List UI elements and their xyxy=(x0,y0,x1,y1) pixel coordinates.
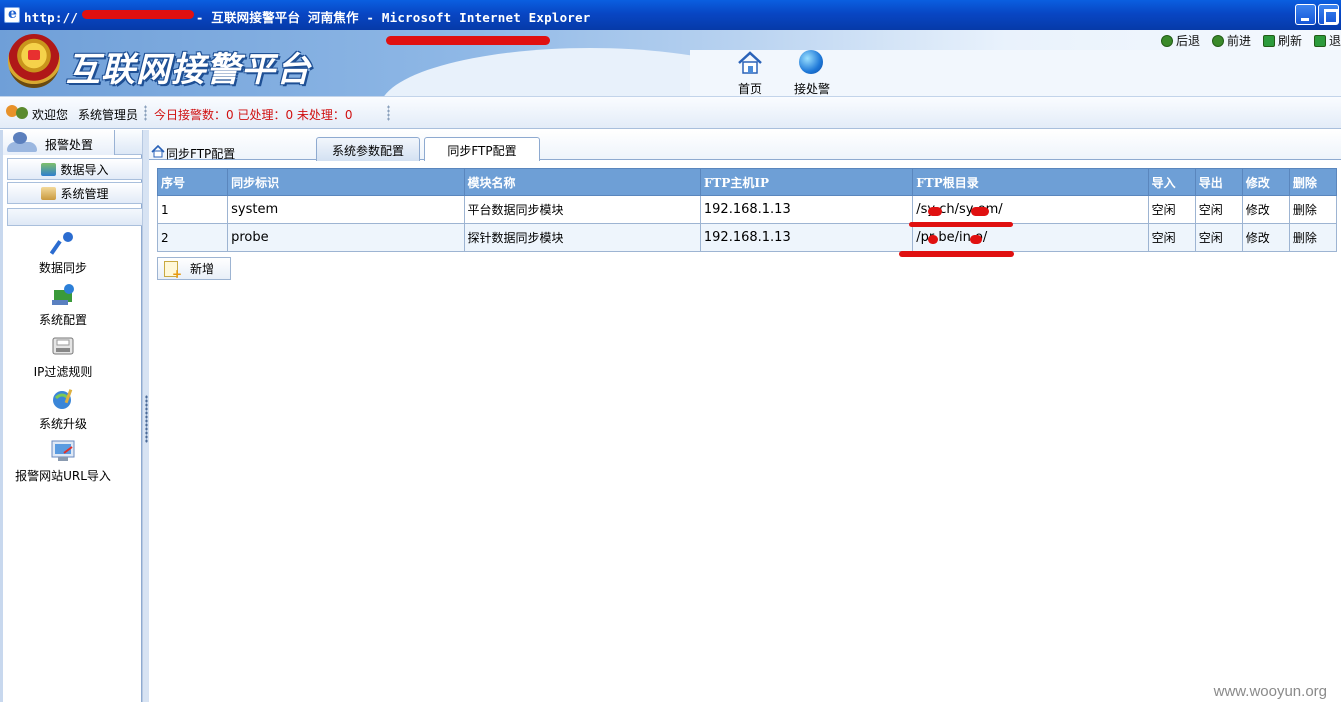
col-header: 删除 xyxy=(1288,168,1338,196)
forward-arrow-icon xyxy=(1211,34,1224,47)
breadcrumb: 同步FTP配置 xyxy=(166,147,236,161)
tool-ip-filter[interactable]: IP过滤规则 xyxy=(3,334,123,380)
sidebar: 报警处置 数据导入 系统管理 数据同步 系统配置 IP过滤规则 系统升级 报警网… xyxy=(3,130,143,702)
delete-link[interactable]: 删除 xyxy=(1288,195,1338,224)
redaction-mark xyxy=(970,235,982,244)
col-header: 修改 xyxy=(1241,168,1290,196)
col-header: 导入 xyxy=(1147,168,1196,196)
globe-icon xyxy=(799,50,825,76)
sidebar-item-system-manage[interactable]: 系统管理 xyxy=(7,182,143,204)
col-header: FTP主机IP xyxy=(699,168,914,196)
sidebar-title[interactable]: 报警处置 xyxy=(45,136,93,153)
logout-icon xyxy=(1313,34,1326,47)
table-header-row: 序号 同步标识 模块名称 FTP主机IP FTP根目录 导入 导出 修改 删除 xyxy=(156,168,1338,196)
cell-index: 1 xyxy=(156,195,229,224)
logout-link[interactable]: 退 xyxy=(1313,32,1341,49)
cell-ftp-ip: 192.168.1.13 xyxy=(699,195,914,224)
cell-sync-id: probe xyxy=(227,223,465,252)
filter-icon xyxy=(50,334,76,360)
cell-module-name: 探针数据同步模块 xyxy=(463,223,701,252)
home-icon xyxy=(737,50,763,76)
edit-link[interactable]: 修改 xyxy=(1241,195,1290,224)
table-row: 2 probe 探针数据同步模块 192.168.1.13 /pr be/in … xyxy=(156,223,1338,252)
col-header: 序号 xyxy=(156,168,229,196)
title-url: http:// xyxy=(24,10,79,25)
edit-link[interactable]: 修改 xyxy=(1241,223,1290,252)
tab-system-params[interactable]: 系统参数配置 xyxy=(316,137,420,161)
ftp-config-table: 序号 同步标识 模块名称 FTP主机IP FTP根目录 导入 导出 修改 删除 … xyxy=(156,168,1338,252)
upgrade-icon xyxy=(50,386,76,412)
redaction-mark xyxy=(928,235,938,244)
redaction-mark xyxy=(82,10,194,19)
separator xyxy=(387,105,390,121)
table-row: 1 system 平台数据同步模块 192.168.1.13 /sy ch/sy… xyxy=(156,195,1338,224)
col-header: 模块名称 xyxy=(463,168,701,196)
cell-module-name: 平台数据同步模块 xyxy=(463,195,701,224)
tool-system-upgrade[interactable]: 系统升级 xyxy=(3,386,123,432)
redaction-mark xyxy=(928,207,942,216)
refresh-icon xyxy=(1262,34,1275,47)
redaction-mark xyxy=(386,36,550,45)
cell-export-status: 空闲 xyxy=(1194,195,1243,224)
main-content: 同步FTP配置 系统参数配置 同步FTP配置 序号 同步标识 模块名称 FTP主… xyxy=(149,130,1341,702)
minimize-button[interactable] xyxy=(1295,4,1316,25)
nav-home[interactable]: 首页 xyxy=(732,50,768,96)
sidebar-header: 报警处置 xyxy=(3,130,142,155)
cell-import-status: 空闲 xyxy=(1147,195,1196,224)
tab-sync-ftp[interactable]: 同步FTP配置 xyxy=(424,137,540,161)
nav-handle-alarm[interactable]: 接处警 xyxy=(794,50,830,96)
alarm-stats: 今日接警数：0 已处理：0 未处理：0 xyxy=(154,108,353,122)
welcome-bar: 欢迎您 系统管理员 今日接警数：0 已处理：0 未处理：0 xyxy=(0,96,1341,129)
sidebar-item-data-import[interactable]: 数据导入 xyxy=(7,158,143,180)
home-small-icon xyxy=(151,145,165,158)
window-title-bar: http:// - 互联网接警平台 河南焦作 - Microsoft Inter… xyxy=(0,0,1341,30)
panel-splitter[interactable] xyxy=(142,130,149,702)
cell-export-status: 空闲 xyxy=(1194,223,1243,252)
col-header: 导出 xyxy=(1194,168,1243,196)
redaction-mark xyxy=(909,222,1013,227)
cell-index: 2 xyxy=(156,223,229,252)
top-links: 后退 前进 刷新 退 xyxy=(1160,32,1341,49)
col-header: FTP根目录 xyxy=(912,168,1149,196)
back-link[interactable]: 后退 xyxy=(1160,32,1200,49)
cell-ftp-root: /sy ch/sy em/ xyxy=(912,195,1149,224)
ie-browser-icon xyxy=(4,6,20,23)
cell-ftp-root: /pr be/in o/ xyxy=(912,223,1149,252)
cell-import-status: 空闲 xyxy=(1147,223,1196,252)
delete-link[interactable]: 删除 xyxy=(1288,223,1338,252)
header-nav: 首页 接处警 xyxy=(732,50,830,96)
system-manage-icon xyxy=(41,186,57,200)
redaction-mark xyxy=(971,207,989,216)
col-header: 同步标识 xyxy=(227,168,465,196)
url-import-icon xyxy=(50,438,76,464)
data-import-icon xyxy=(41,162,57,176)
add-document-icon xyxy=(164,260,182,281)
maximize-button[interactable] xyxy=(1318,4,1339,25)
add-button[interactable]: 新增 xyxy=(157,257,231,281)
app-header: 互联网接警平台 后退 前进 刷新 退 首页 接处警 xyxy=(0,30,1341,96)
breadcrumb-bar: 同步FTP配置 系统参数配置 同步FTP配置 xyxy=(149,130,1341,161)
back-arrow-icon xyxy=(1160,34,1173,47)
redaction-mark xyxy=(899,251,1014,257)
cell-sync-id: system xyxy=(227,195,465,224)
person-icon xyxy=(7,132,37,152)
title-text: - 互联网接警平台 河南焦作 - Microsoft Internet Expl… xyxy=(188,10,591,25)
tool-data-sync[interactable]: 数据同步 xyxy=(3,230,123,276)
watermark: www.wooyun.org xyxy=(1213,683,1327,700)
key-icon xyxy=(49,230,76,256)
app-logo-text: 互联网接警平台 xyxy=(66,50,311,90)
police-emblem-icon xyxy=(8,34,60,88)
welcome-label: 欢迎您 xyxy=(32,108,69,122)
tool-url-import[interactable]: 报警网站URL导入 xyxy=(3,438,123,484)
refresh-link[interactable]: 刷新 xyxy=(1262,32,1302,49)
users-icon xyxy=(6,105,30,123)
tool-system-config[interactable]: 系统配置 xyxy=(3,282,123,328)
separator xyxy=(144,105,147,121)
current-user: 系统管理员 xyxy=(78,108,139,122)
cell-ftp-ip: 192.168.1.13 xyxy=(699,223,914,252)
forward-link[interactable]: 前进 xyxy=(1211,32,1251,49)
config-icon xyxy=(50,282,76,308)
